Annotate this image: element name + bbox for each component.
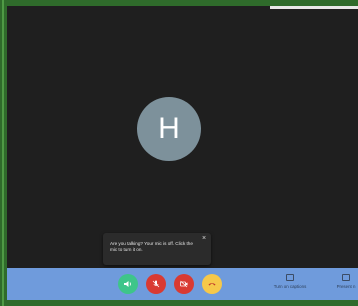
present-button[interactable]: Present n [334,274,358,289]
hang-up-icon [208,283,216,286]
captions-button[interactable]: Turn on captions [268,274,312,289]
audio-button[interactable] [118,274,138,294]
captions-icon [286,274,294,281]
present-icon [342,274,350,281]
mic-toggle-button[interactable] [146,274,166,294]
speaker-icon [124,281,131,287]
close-icon[interactable]: × [200,235,208,243]
mic-off-icon [152,280,160,288]
participant-avatar: H [137,97,201,161]
camera-toggle-button[interactable] [174,274,194,294]
leave-call-button[interactable] [202,274,222,294]
frame-edge [2,0,4,306]
top-strip [270,6,358,9]
present-label: Present n [336,284,356,289]
mic-off-tooltip: Are you talking? Your mic is off. Click … [103,233,211,265]
captions-label: Turn on captions [273,284,307,289]
tooltip-message: Are you talking? Your mic is off. Click … [110,241,193,252]
camera-off-icon [180,280,188,288]
avatar-initial: H [158,112,180,145]
